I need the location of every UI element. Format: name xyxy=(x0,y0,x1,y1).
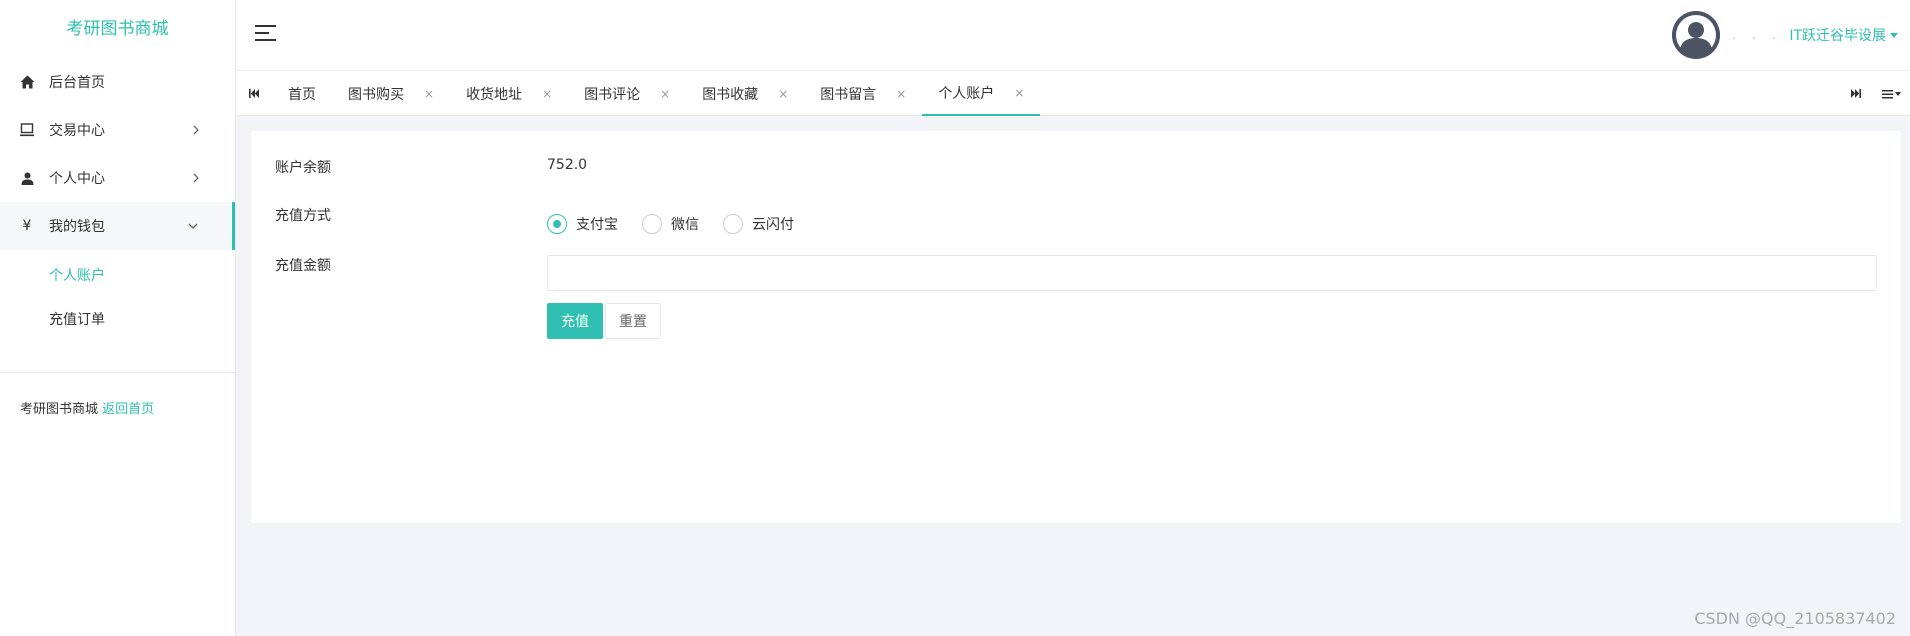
chevron-down-icon xyxy=(186,219,200,233)
brand-title[interactable]: 考研图书商城 xyxy=(0,0,235,58)
user-name-label: IT跃迁谷毕设展 xyxy=(1789,28,1886,44)
user-menu[interactable]: . . . IT跃迁谷毕设展 xyxy=(1672,10,1910,60)
tabs-menu-icon[interactable] xyxy=(1874,71,1910,116)
user-icon xyxy=(18,169,36,187)
sidebar-footer: 考研图书商城 返回首页 xyxy=(20,398,154,417)
radio-label: 云闪付 xyxy=(752,217,794,233)
method-label: 充值方式 xyxy=(275,208,331,224)
recharge-button[interactable]: 充值 xyxy=(547,303,603,339)
tab-book-favorites[interactable]: 图书收藏 × xyxy=(686,71,804,116)
sidebar-subitem-account[interactable]: 个人账户 xyxy=(0,254,235,298)
tab-label: 图书评论 xyxy=(584,86,641,103)
tab-label: 收货地址 xyxy=(466,86,523,103)
tab-close-icon[interactable]: × xyxy=(424,87,434,101)
sidebar-item-trade[interactable]: 交易中心 xyxy=(0,106,235,154)
tab-label: 图书留言 xyxy=(820,86,877,103)
watermark: CSDN @QQ_2105837402 xyxy=(1694,609,1896,628)
radio-unchecked-icon[interactable] xyxy=(723,214,743,234)
tab-book-purchase[interactable]: 图书购买 × xyxy=(332,71,450,116)
tab-label: 图书收藏 xyxy=(702,86,759,103)
tab-list: 首页 图书购买 × 收货地址 × 图书评论 × 图书收藏 × 图书留言 × 个人… xyxy=(272,71,1041,116)
back-home-link[interactable]: 返回首页 xyxy=(102,402,154,417)
wallet-submenu: 个人账户 充值订单 xyxy=(0,250,235,342)
sidebar-divider xyxy=(0,372,235,373)
tab-label: 个人账户 xyxy=(938,85,995,102)
tab-close-icon[interactable]: × xyxy=(1014,86,1024,100)
radio-label: 支付宝 xyxy=(576,217,618,233)
tabs-scroll-right-icon[interactable] xyxy=(1838,71,1874,116)
tab-personal-account[interactable]: 个人账户 × xyxy=(922,71,1041,116)
user-masked-text: . . . xyxy=(1732,28,1782,42)
radio-alipay[interactable]: 支付宝 xyxy=(547,214,618,234)
sidebar-item-wallet[interactable]: ¥ 我的钱包 xyxy=(0,202,235,250)
radio-unionpay[interactable]: 云闪付 xyxy=(723,214,794,234)
radio-checked-icon[interactable] xyxy=(547,214,567,234)
balance-label: 账户余额 xyxy=(275,160,331,176)
sidebar-item-label: 个人中心 xyxy=(49,171,105,187)
caret-down-icon xyxy=(1890,32,1898,38)
chevron-right-icon xyxy=(189,123,203,137)
monitor-icon xyxy=(18,121,36,139)
sidebar-item-label: 我的钱包 xyxy=(49,219,105,235)
tab-close-icon[interactable]: × xyxy=(896,87,906,101)
sidebar-subitem-recharge-orders[interactable]: 充值订单 xyxy=(0,298,235,342)
tab-close-icon[interactable]: × xyxy=(660,87,670,101)
sidebar: 考研图书商城 后台首页 交易中心 个人中心 ¥ 我的钱包 个人账户 充值订单 考… xyxy=(0,0,236,636)
tab-book-messages[interactable]: 图书留言 × xyxy=(804,71,922,116)
footer-site-name: 考研图书商城 xyxy=(20,402,99,417)
sidebar-item-personal[interactable]: 个人中心 xyxy=(0,154,235,202)
payment-method-group: 支付宝 微信 云闪付 xyxy=(547,214,818,234)
amount-label: 充值金额 xyxy=(275,258,331,274)
sidebar-item-label: 后台首页 xyxy=(49,75,105,91)
tab-book-reviews[interactable]: 图书评论 × xyxy=(568,71,686,116)
tab-shipping-address[interactable]: 收货地址 × xyxy=(450,71,568,116)
balance-value: 752.0 xyxy=(547,157,588,173)
tabs-scroll-left-icon[interactable] xyxy=(236,71,272,116)
reset-button[interactable]: 重置 xyxy=(605,303,661,339)
radio-unchecked-icon[interactable] xyxy=(642,214,662,234)
tab-label: 图书购买 xyxy=(348,86,404,103)
radio-wechat[interactable]: 微信 xyxy=(642,214,699,234)
sidebar-item-home[interactable]: 后台首页 xyxy=(0,58,235,106)
home-icon xyxy=(18,73,36,91)
menu-toggle-icon[interactable] xyxy=(255,24,277,44)
avatar[interactable] xyxy=(1672,11,1721,59)
tab-close-icon[interactable]: × xyxy=(542,87,552,101)
tabs-bar: 首页 图书购买 × 收货地址 × 图书评论 × 图书收藏 × 图书留言 × 个人… xyxy=(236,70,1910,116)
chevron-right-icon xyxy=(189,171,203,185)
radio-label: 微信 xyxy=(671,217,699,233)
yen-icon: ¥ xyxy=(22,218,32,234)
sidebar-item-label: 交易中心 xyxy=(49,123,105,139)
tab-label: 首页 xyxy=(288,86,316,103)
user-name-dropdown[interactable]: IT跃迁谷毕设展 xyxy=(1789,25,1898,45)
tab-close-icon[interactable]: × xyxy=(778,87,788,101)
tab-home[interactable]: 首页 xyxy=(272,71,332,116)
account-panel: 账户余额 752.0 充值方式 支付宝 微信 云闪付 充值金额 充值 重置 xyxy=(251,131,1901,523)
top-header: . . . IT跃迁谷毕设展 xyxy=(236,0,1910,70)
amount-input[interactable] xyxy=(547,255,1877,291)
